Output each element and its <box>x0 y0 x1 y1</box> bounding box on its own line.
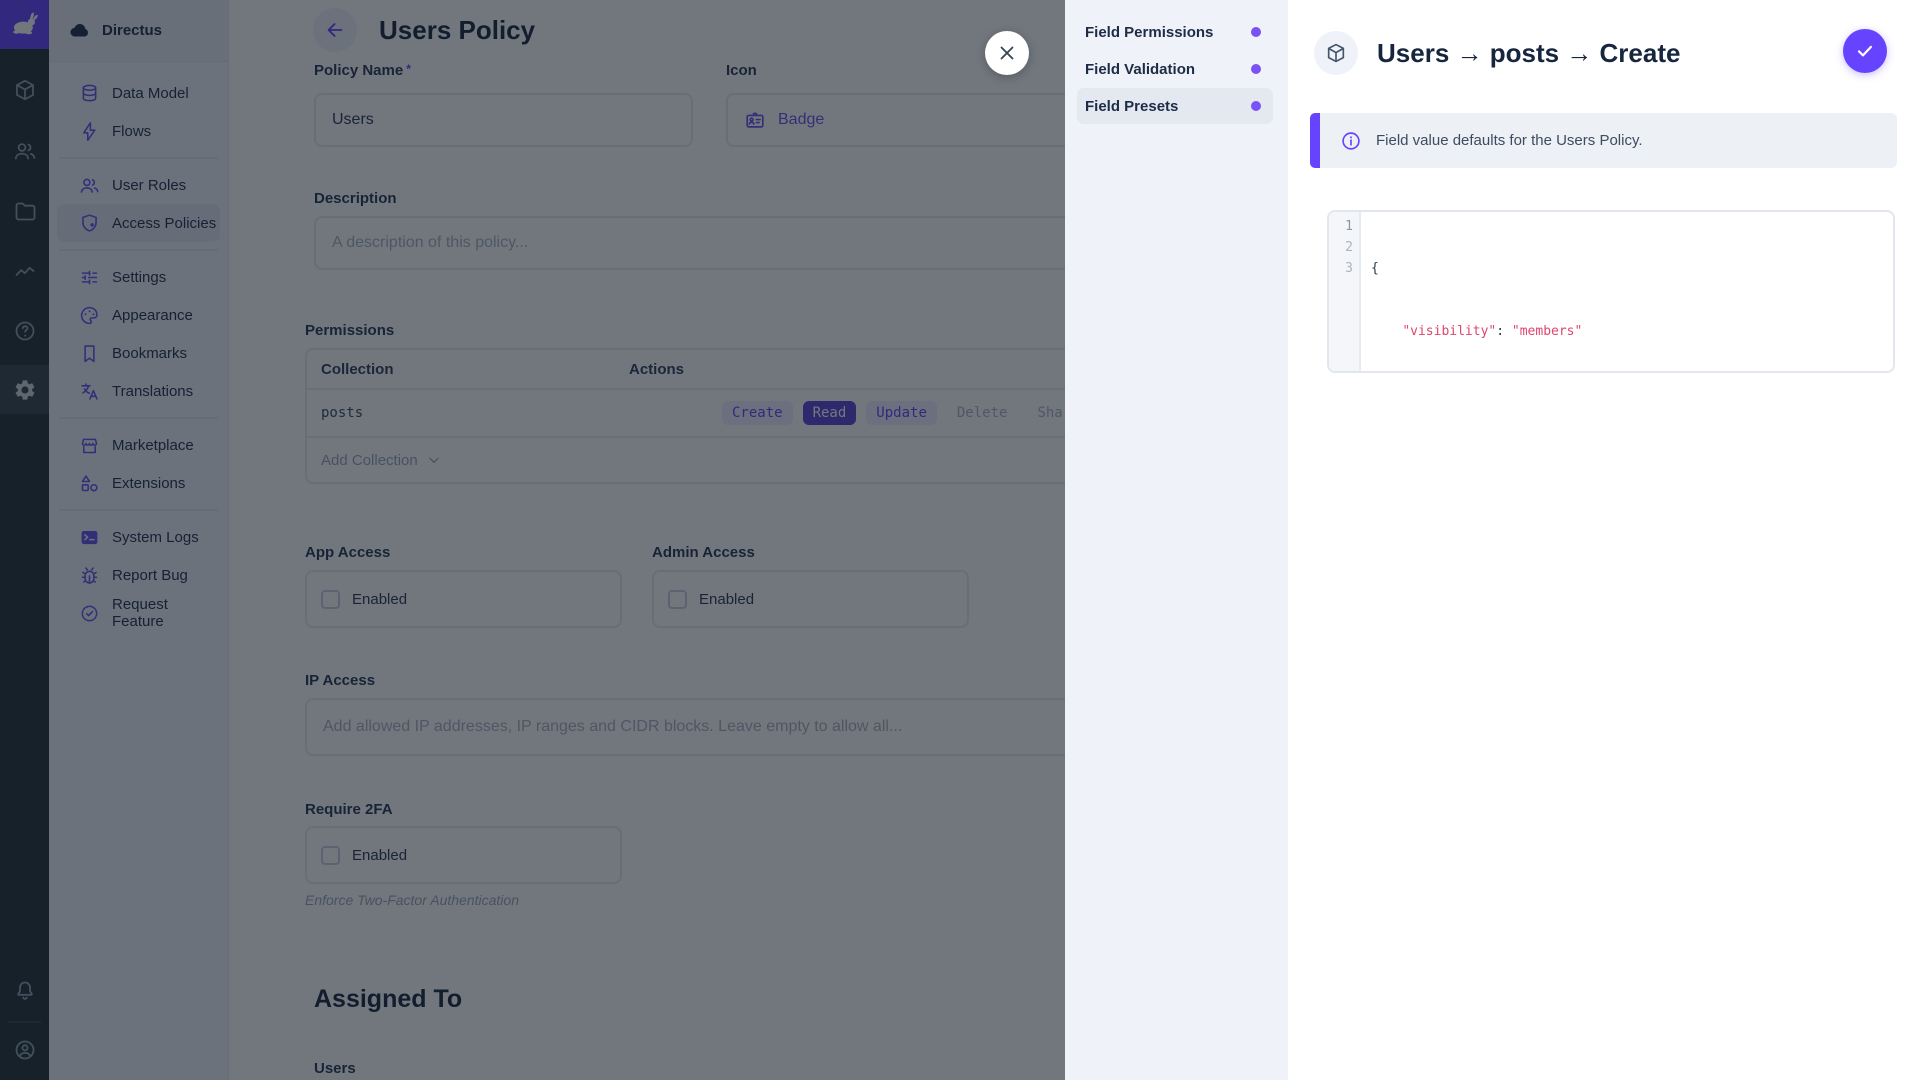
status-dot <box>1251 101 1261 111</box>
line-numbers: 1 2 3 <box>1329 212 1361 371</box>
banner-accent-bar <box>1310 113 1320 168</box>
close-icon <box>996 42 1018 64</box>
banner-text: Field value defaults for the Users Polic… <box>1376 132 1643 149</box>
drawer-close-button[interactable] <box>985 31 1029 75</box>
drawer-main: Users → posts → Create Field value defau… <box>1288 0 1920 1080</box>
code-line: { <box>1371 258 1893 279</box>
directus-app: Directus Data Model Flows User Rol <box>0 0 1920 1080</box>
modal-overlay[interactable] <box>0 0 1065 1080</box>
code-line: "visibility": "members" <box>1371 321 1893 342</box>
drawer-tab-list: Field Permissions Field Validation Field… <box>1065 0 1288 1080</box>
code-area[interactable]: { "visibility": "members" } <box>1361 212 1893 371</box>
status-dot <box>1251 27 1261 37</box>
box-icon <box>1325 42 1347 64</box>
tab-field-permissions[interactable]: Field Permissions <box>1077 14 1273 50</box>
tab-field-validation[interactable]: Field Validation <box>1077 51 1273 87</box>
field-presets-drawer: Field Permissions Field Validation Field… <box>1065 0 1920 1080</box>
presets-code-editor: 1 2 3 { "visibility": "members" } <box>1327 210 1895 373</box>
tab-field-presets[interactable]: Field Presets <box>1077 88 1273 124</box>
drawer-header-icon-circle <box>1314 31 1358 75</box>
check-icon <box>1854 40 1876 62</box>
status-dot <box>1251 64 1261 74</box>
info-banner: Field value defaults for the Users Polic… <box>1310 113 1897 168</box>
save-button[interactable] <box>1843 29 1887 73</box>
drawer-title: Users → posts → Create <box>1377 38 1680 69</box>
info-icon <box>1340 130 1362 152</box>
